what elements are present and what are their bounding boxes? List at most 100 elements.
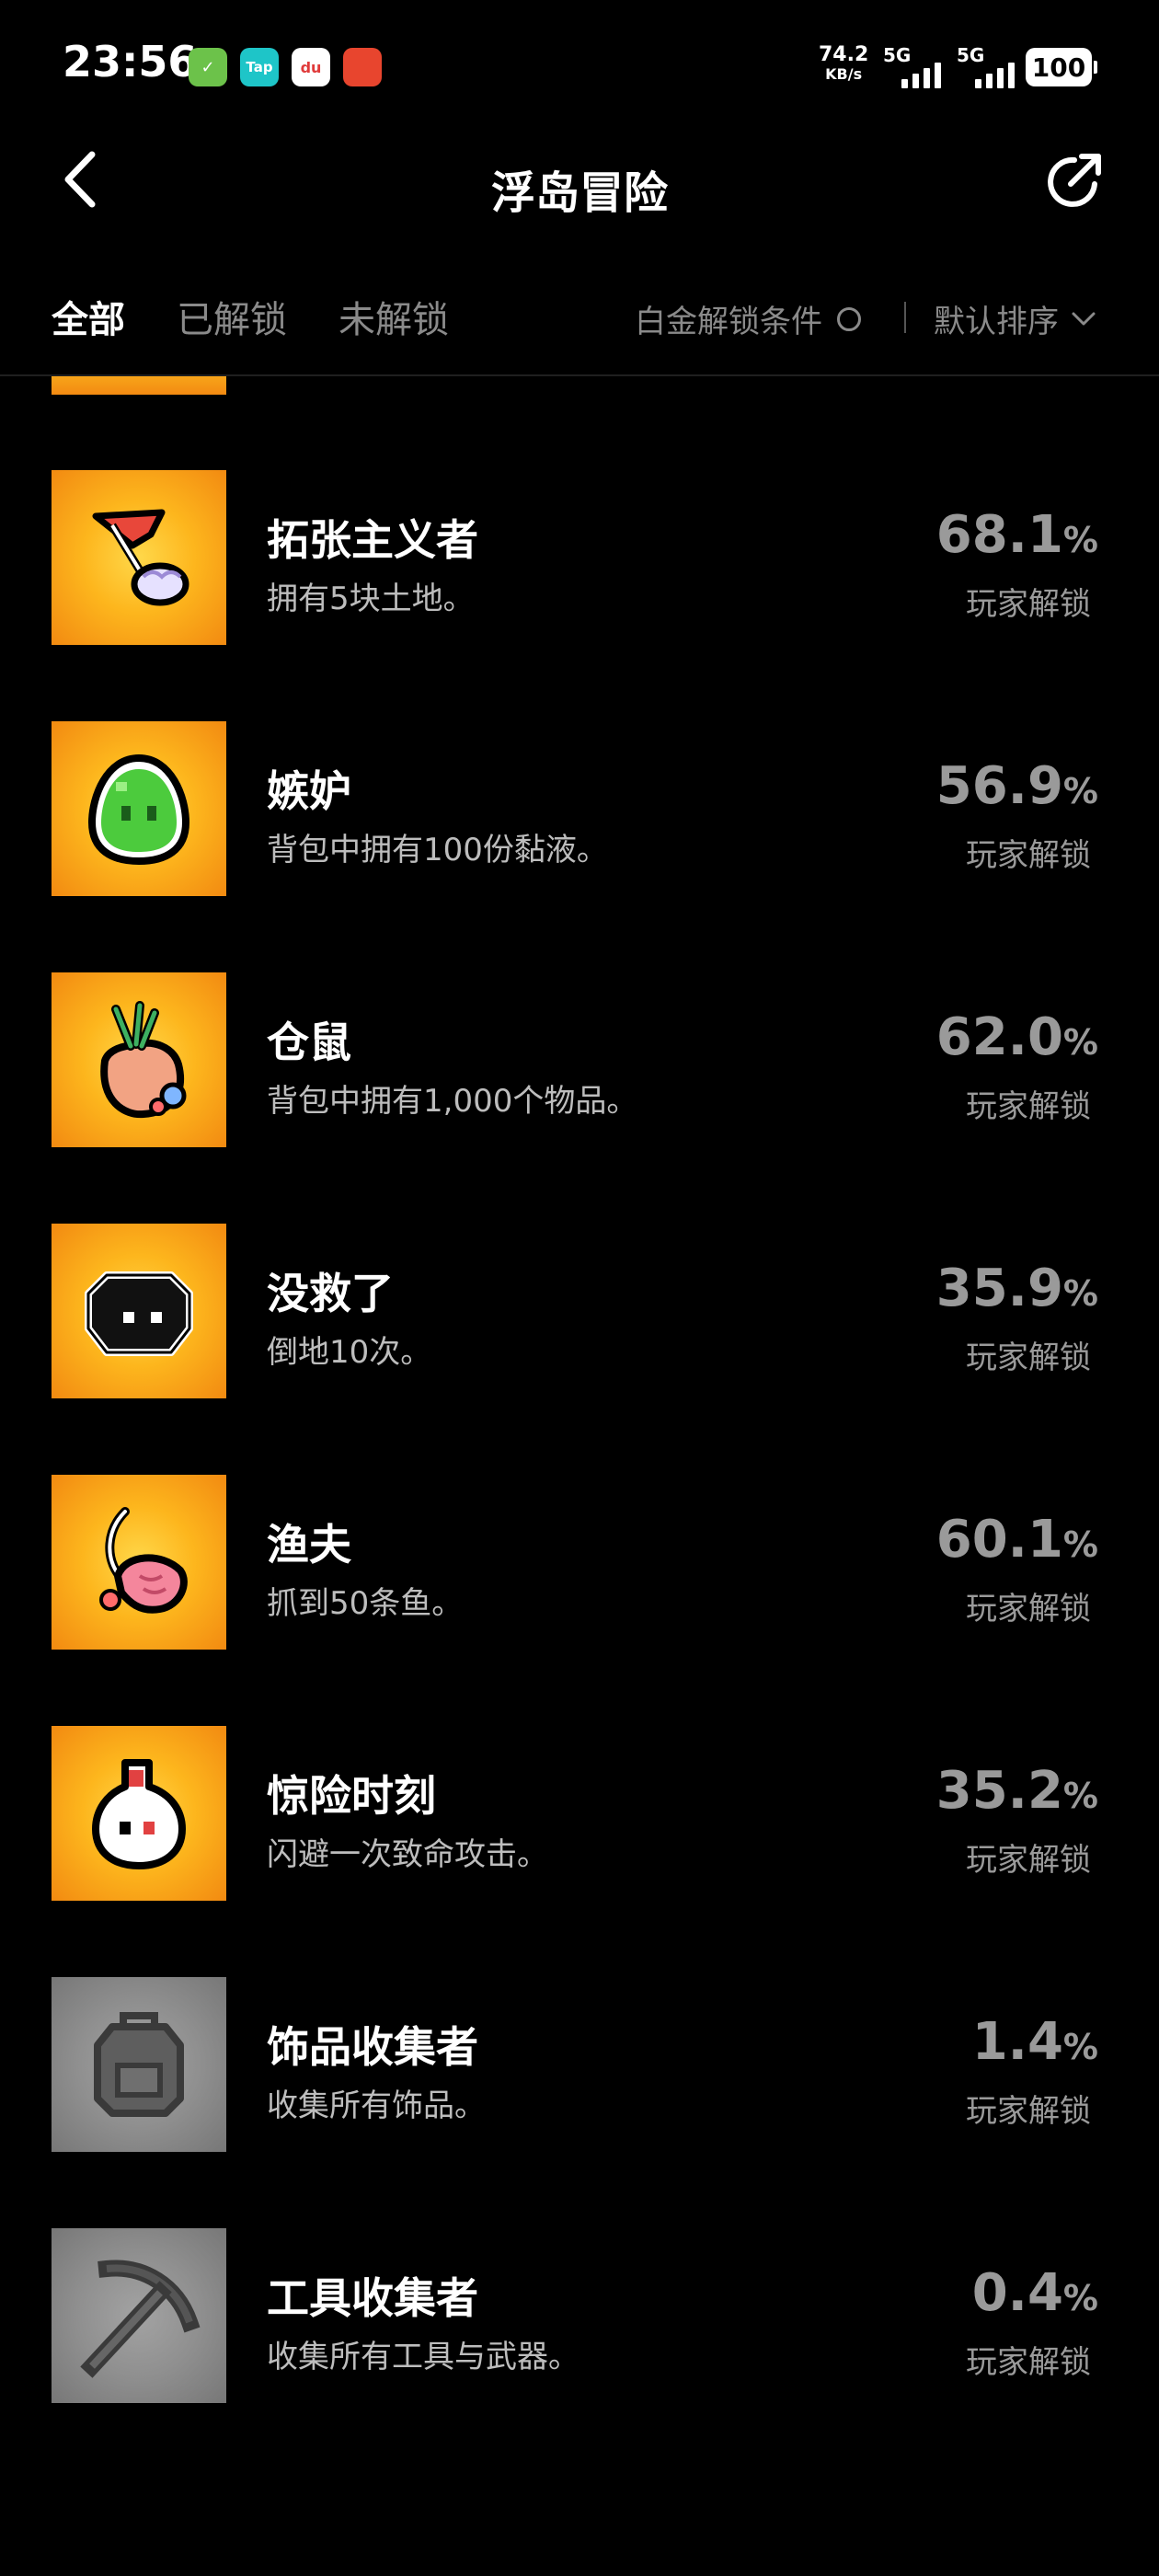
signal-bars-icon (975, 61, 1015, 88)
sack-icon (100, 1001, 187, 1119)
percent-sign: % (1062, 771, 1098, 811)
achievement-name: 没救了 (267, 1269, 394, 1318)
achievement-description: 背包中拥有100份黏液。 (267, 832, 608, 868)
taptap-app-icon: Tap (240, 48, 279, 86)
chevron-down-icon (1072, 312, 1096, 325)
unlock-percentage: 60.1% (936, 1510, 1098, 1570)
achievement-icon-tile (52, 470, 226, 645)
tab-all[interactable]: 全部 (52, 290, 125, 343)
achievement-row[interactable]: 渔夫 抓到50条鱼。 60.1% 玩家解锁 (0, 1475, 1159, 1651)
unlock-percentage: 56.9% (936, 756, 1098, 816)
achievement-row[interactable]: 仓鼠 背包中拥有1,000个物品。 62.0% 玩家解锁 (0, 972, 1159, 1149)
filter-tabs: 全部 已解锁 未解锁 (52, 290, 449, 343)
unlock-percentage-value: 35.2 (935, 1761, 1063, 1821)
flag-icon (92, 509, 189, 606)
unlock-percentage: 0.4% (972, 2263, 1098, 2323)
achievement-description: 抓到50条鱼。 (267, 1585, 464, 1622)
unlock-percentage-value: 1.4 (971, 2012, 1063, 2072)
divider (904, 302, 906, 333)
achievement-name: 渔夫 (267, 1520, 351, 1570)
achievement-name: 饰品收集者 (267, 2022, 478, 2072)
unlock-label: 玩家解锁 (966, 2344, 1091, 2381)
achievement-row[interactable]: 嫉妒 背包中拥有100份黏液。 56.9% 玩家解锁 (0, 721, 1159, 898)
potion-icon (92, 1759, 186, 1869)
unlock-label: 玩家解锁 (966, 1591, 1091, 1627)
sort-dropdown[interactable]: 默认排序 (934, 296, 1097, 341)
percent-sign: % (1062, 2027, 1098, 2067)
signal-2: 5G (957, 44, 1021, 88)
status-bar: 23:56 ✓ Tap du 74.2 KB/s 5G 5G 100 (0, 0, 1159, 138)
unlock-label: 玩家解锁 (966, 837, 1091, 874)
achievement-icon-tile (52, 972, 226, 1147)
unlock-percentage-value: 0.4 (971, 2263, 1063, 2323)
unlock-percentage: 62.0% (936, 1007, 1098, 1067)
unlock-percentage: 35.2% (936, 1761, 1098, 1821)
achievement-row[interactable]: 没救了 倒地10次。 35.9% 玩家解锁 (0, 1224, 1159, 1400)
unlock-percentage-value: 68.1 (935, 505, 1063, 565)
notification-icons: ✓ Tap du (189, 48, 382, 86)
platinum-condition-toggle[interactable]: 白金解锁条件 (635, 296, 861, 341)
unlock-label: 玩家解锁 (966, 1340, 1091, 1376)
achievement-row[interactable]: 拓张主义者 拥有5块土地。 68.1% 玩家解锁 (0, 470, 1159, 647)
battery-indicator: 100 (1026, 48, 1097, 86)
achievement-icon-tile (52, 1726, 226, 1901)
tab-locked[interactable]: 未解锁 (339, 290, 449, 343)
network-speed-value: 74.2 (819, 43, 869, 66)
signal-1: 5G (883, 44, 947, 88)
clipboard-app-icon: ✓ (189, 48, 227, 86)
achievement-name: 嫉妒 (267, 766, 351, 816)
achievement-icon-partial (52, 376, 226, 395)
page-title: 浮岛冒险 (490, 167, 668, 219)
percent-sign: % (1062, 1524, 1098, 1565)
map-app-icon: du (292, 48, 330, 86)
network-speed-unit: KB/s (825, 65, 863, 83)
achievement-description: 收集所有工具与武器。 (267, 2339, 580, 2375)
achievement-row[interactable]: 饰品收集者 收集所有饰品。 1.4% 玩家解锁 (0, 1977, 1159, 2154)
achievement-name: 工具收集者 (267, 2273, 478, 2323)
percent-sign: % (1062, 520, 1098, 560)
achievement-icon-tile (52, 1475, 226, 1650)
achievement-icon-tile (52, 1977, 226, 2152)
achievement-name: 仓鼠 (267, 1018, 351, 1067)
achievement-name: 惊险时刻 (267, 1771, 436, 1821)
shrimp-icon (99, 1507, 188, 1614)
unlock-percentage: 35.9% (936, 1259, 1098, 1318)
achievement-row[interactable]: 惊险时刻 闪避一次致命攻击。 35.2% 玩家解锁 (0, 1726, 1159, 1903)
unlock-percentage-value: 35.9 (935, 1259, 1063, 1318)
achievement-description: 倒地10次。 (267, 1334, 432, 1371)
unlock-label: 玩家解锁 (966, 586, 1091, 623)
slime-icon (87, 753, 190, 866)
percent-sign: % (1062, 1776, 1098, 1816)
sort-label: 默认排序 (934, 304, 1059, 340)
signal-bars-icon (901, 61, 941, 88)
radio-icon (837, 306, 861, 331)
achievement-description: 背包中拥有1,000个物品。 (267, 1083, 638, 1120)
pickaxe-icon (80, 2260, 201, 2378)
unlock-percentage: 68.1% (936, 505, 1098, 565)
achievement-name: 拓张主义者 (267, 515, 478, 565)
unlock-label: 玩家解锁 (966, 2093, 1091, 2130)
unlock-percentage-value: 62.0 (935, 1007, 1063, 1067)
achievement-icon-tile (52, 1224, 226, 1398)
share-button[interactable] (1039, 147, 1109, 217)
unlock-percentage-value: 56.9 (935, 756, 1063, 816)
unlock-percentage: 1.4% (972, 2012, 1098, 2072)
achievement-icon-tile (52, 2228, 226, 2403)
achievement-icon-tile (52, 721, 226, 896)
achievement-description: 拥有5块土地。 (267, 581, 475, 617)
black-blob-icon (85, 1271, 193, 1356)
percent-sign: % (1062, 1022, 1098, 1063)
achievement-description: 收集所有饰品。 (267, 2087, 486, 2124)
backpack-icon (94, 2012, 184, 2117)
tomato-app-icon (343, 48, 382, 86)
share-icon (1048, 154, 1101, 207)
achievement-description: 闪避一次致命攻击。 (267, 1836, 548, 1873)
platinum-condition-label: 白金解锁条件 (635, 304, 822, 340)
percent-sign: % (1062, 2278, 1098, 2318)
achievement-row[interactable]: 工具收集者 收集所有工具与武器。 0.4% 玩家解锁 (0, 2228, 1159, 2405)
unlock-label: 玩家解锁 (966, 1842, 1091, 1879)
tab-unlocked[interactable]: 已解锁 (177, 290, 287, 343)
network-speed: 74.2 KB/s (819, 44, 868, 83)
unlock-percentage-value: 60.1 (935, 1510, 1063, 1570)
percent-sign: % (1062, 1273, 1098, 1314)
